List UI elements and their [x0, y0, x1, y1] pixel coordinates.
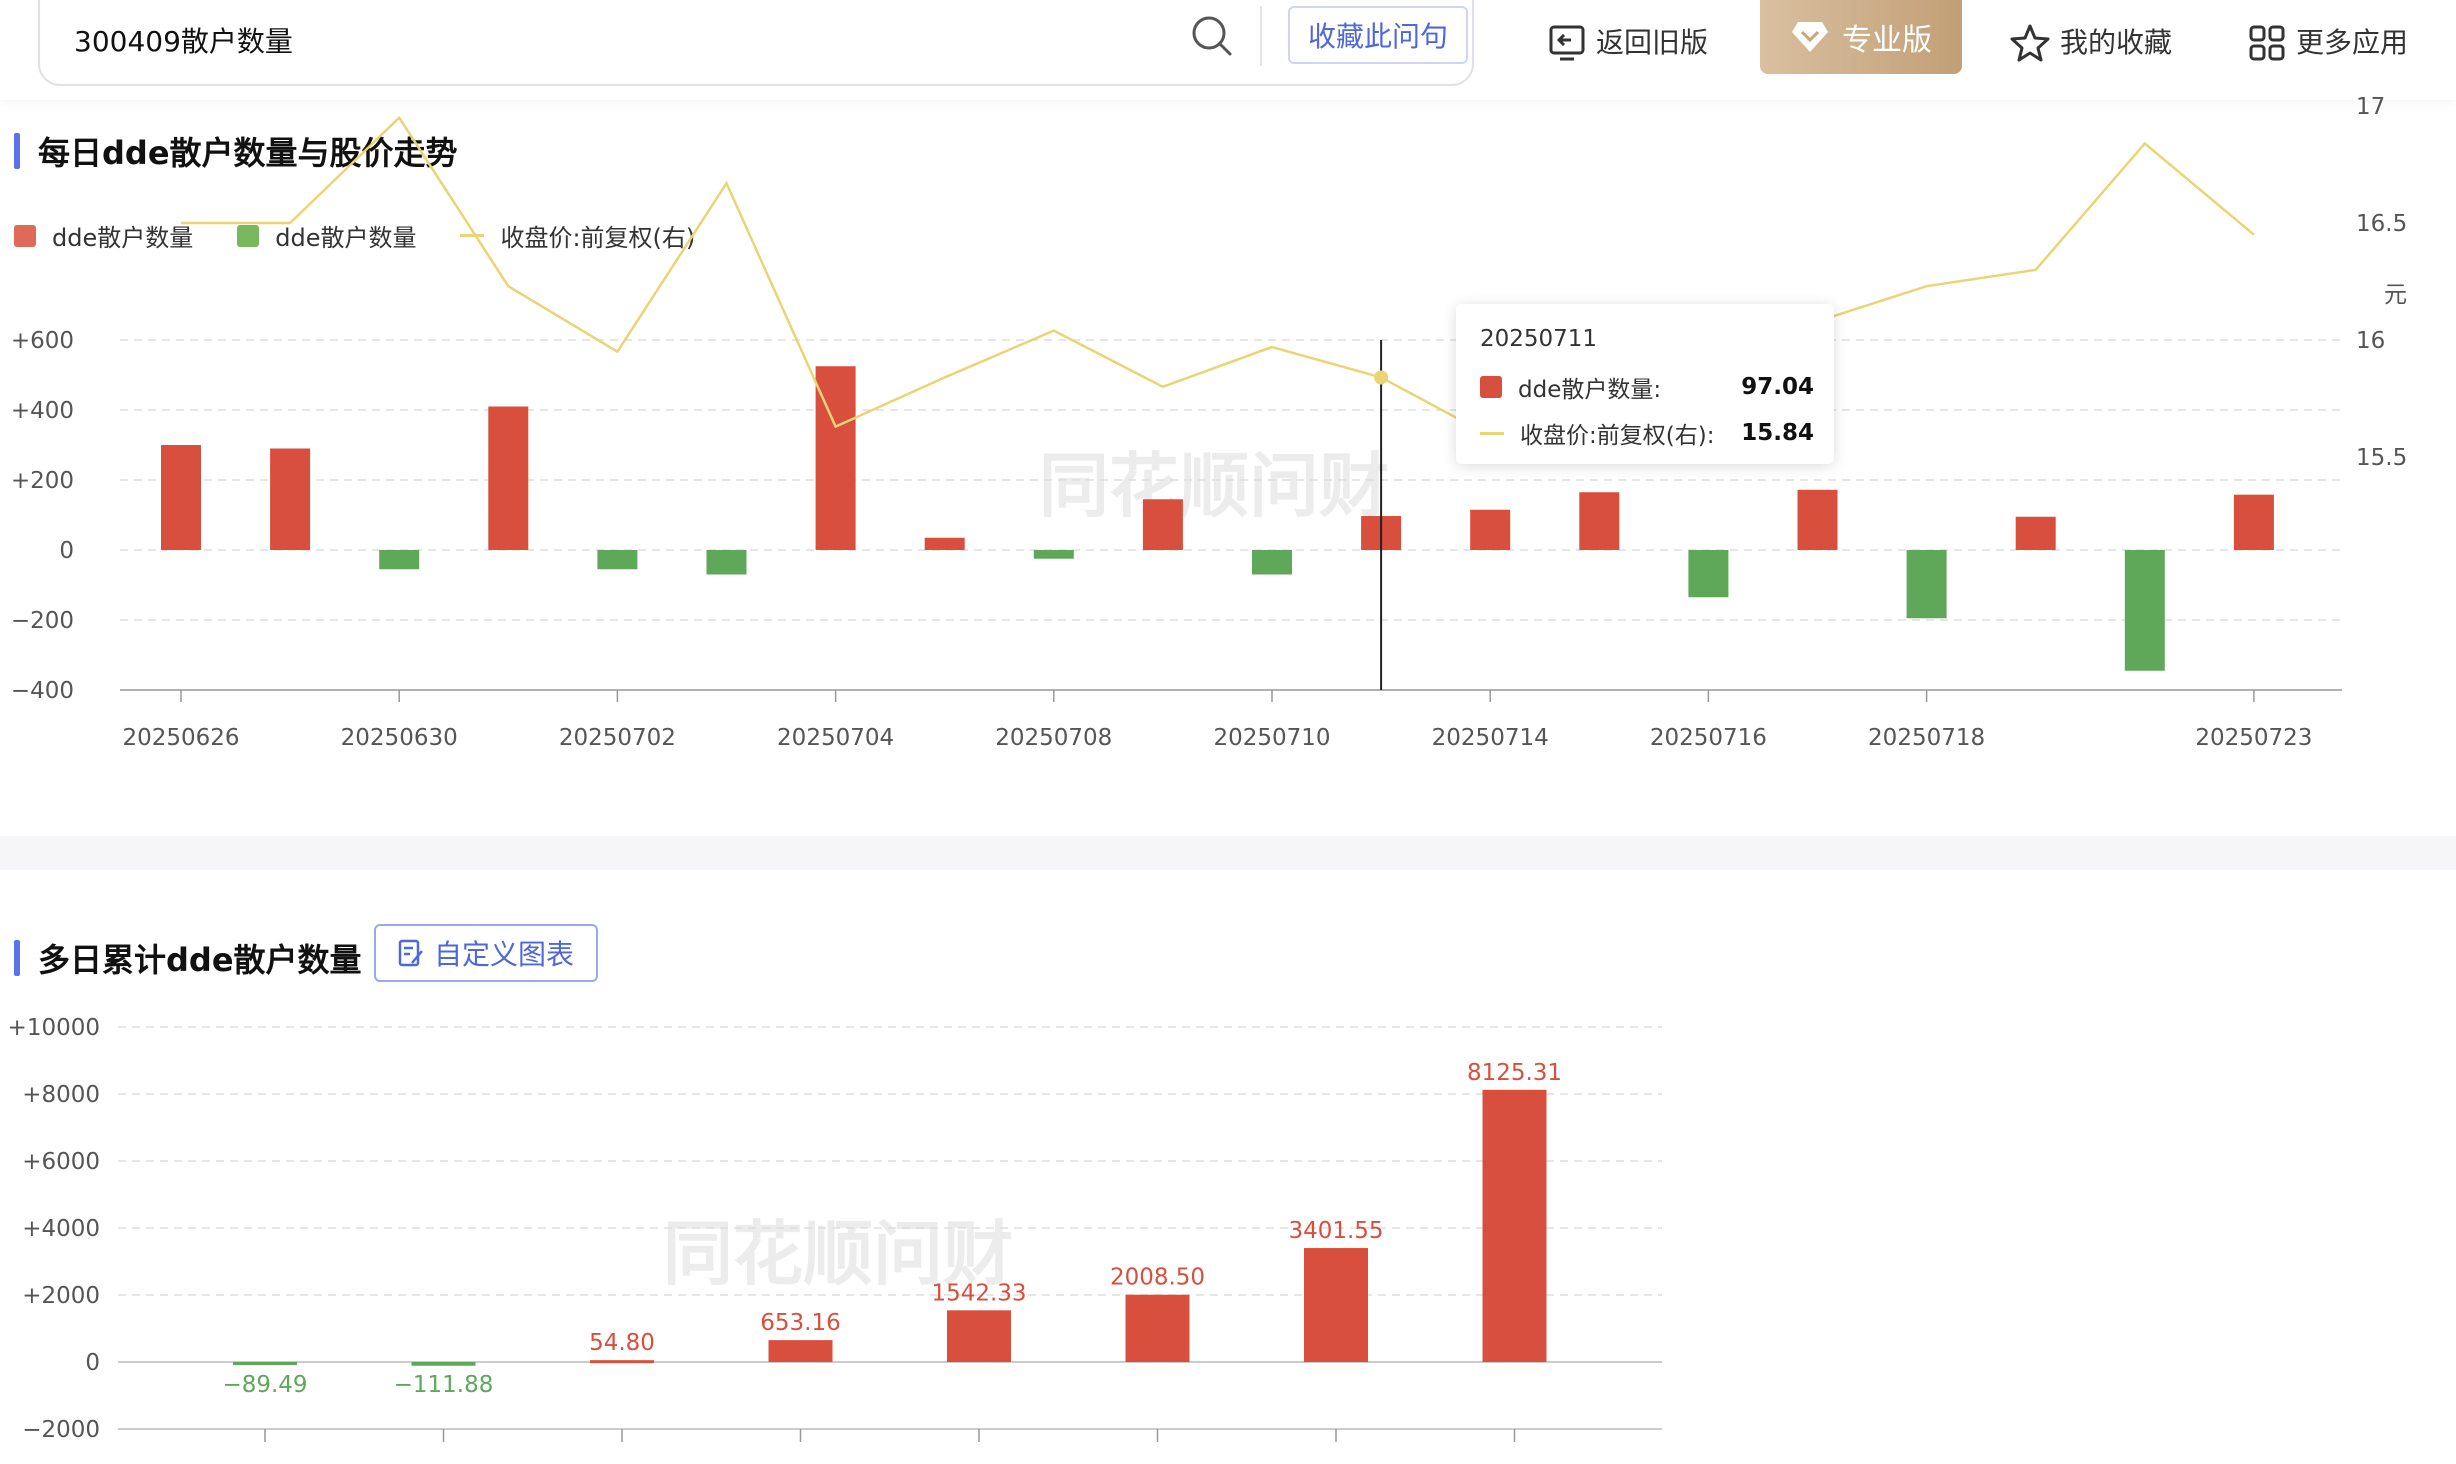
data-label: 8125.31 — [1467, 1060, 1562, 1086]
cumulative-bar — [1482, 1089, 1547, 1362]
cumulative-bar — [947, 1310, 1011, 1362]
cumulative-bar — [233, 1362, 297, 1365]
cumulative-bar — [1304, 1248, 1368, 1362]
data-label: 2008.50 — [1110, 1265, 1205, 1291]
cumulative-bar — [768, 1340, 833, 1362]
data-label: −89.49 — [222, 1372, 307, 1398]
cumulative-bar — [1125, 1294, 1190, 1362]
y-tick-label: −2000 — [22, 1417, 100, 1443]
cumulative-chart[interactable]: 同花顺问财+10000+8000+6000+4000+20000−2000−89… — [0, 0, 2456, 1464]
data-label: 3401.55 — [1288, 1218, 1383, 1244]
data-label: 54.80 — [589, 1330, 655, 1356]
y-tick-label: +2000 — [22, 1283, 100, 1309]
y-tick-label: +4000 — [22, 1216, 100, 1242]
y-tick-label: 0 — [85, 1350, 100, 1376]
y-tick-label: +10000 — [8, 1015, 100, 1041]
y-tick-label: +6000 — [22, 1149, 100, 1175]
cumulative-bar — [590, 1360, 654, 1364]
data-label: 1542.33 — [931, 1280, 1026, 1306]
data-label: −111.88 — [394, 1372, 494, 1398]
y-tick-label: +8000 — [22, 1082, 100, 1108]
data-label: 653.16 — [760, 1310, 840, 1336]
cumulative-bar — [411, 1362, 476, 1366]
